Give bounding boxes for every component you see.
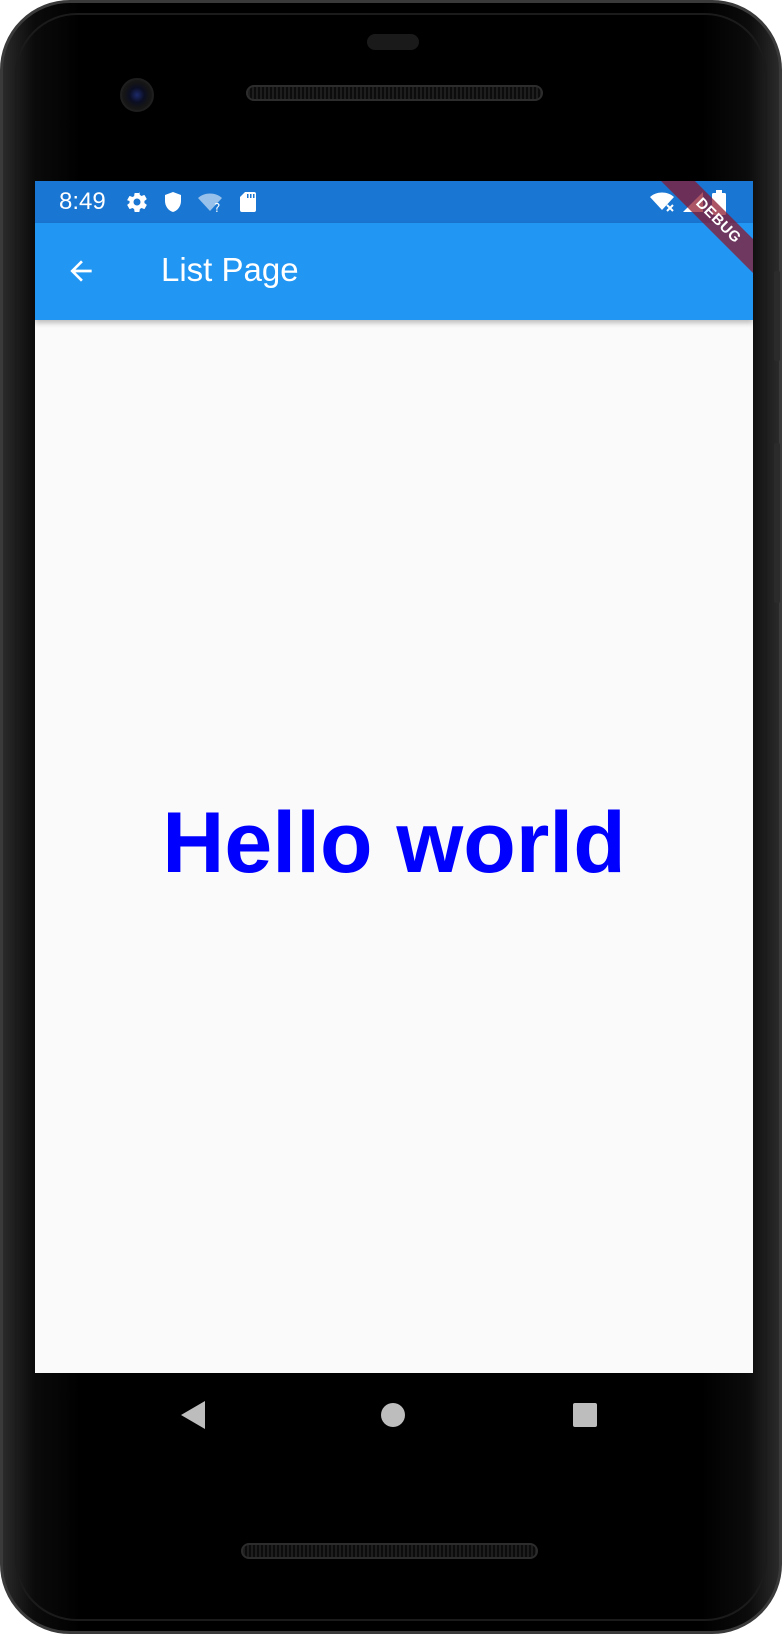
wifi-question-icon: ? [197, 190, 227, 215]
back-button[interactable] [53, 243, 109, 299]
power-button [774, 271, 780, 361]
top-sensor-slot [367, 34, 419, 50]
recents-square-icon [573, 1403, 597, 1427]
nav-recents-button[interactable] [565, 1395, 605, 1435]
sd-card-icon [236, 190, 260, 214]
system-nav-bar [35, 1373, 753, 1457]
nav-back-button[interactable] [173, 1395, 213, 1435]
page-title: List Page [161, 251, 299, 288]
status-time: 8:49 [59, 188, 106, 215]
top-speaker-grille [246, 85, 543, 101]
settings-gear-icon [125, 190, 149, 214]
shield-icon [161, 190, 185, 214]
app-bar: List Page [35, 223, 753, 320]
home-circle-icon [381, 1403, 405, 1427]
nav-home-button[interactable] [373, 1395, 413, 1435]
bottom-speaker-grille [241, 1543, 538, 1559]
phone-device-frame: 8:49 ? List Page DEBUG Hello world [0, 0, 782, 1634]
hello-text: Hello world [162, 795, 626, 891]
volume-button [774, 443, 780, 603]
arrow-back-icon [70, 260, 92, 282]
status-bar: 8:49 ? [35, 181, 753, 223]
front-camera [120, 78, 154, 112]
svg-text:?: ? [214, 201, 220, 214]
app-screen: 8:49 ? List Page DEBUG Hello world [35, 181, 753, 1373]
back-triangle-icon [181, 1401, 205, 1429]
